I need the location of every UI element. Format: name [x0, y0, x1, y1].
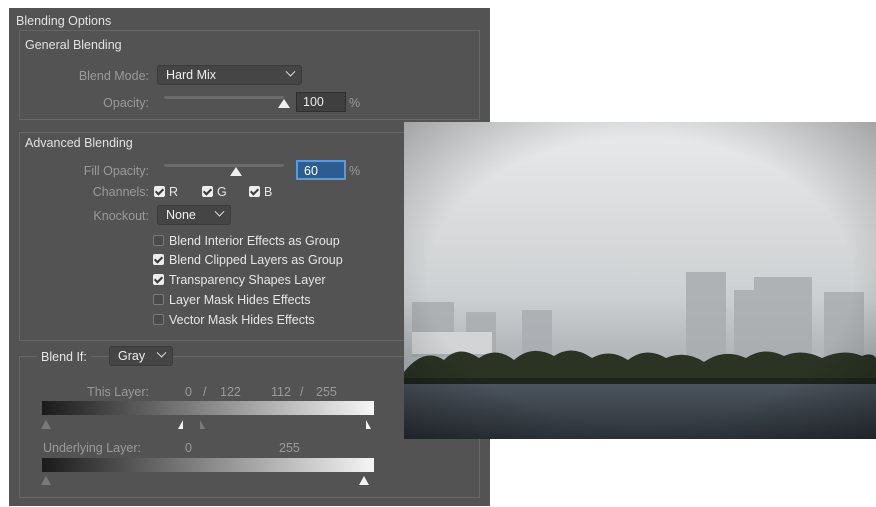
this-layer-label: This Layer:	[87, 385, 149, 399]
this-layer-black-right-half-handle[interactable]	[195, 420, 205, 429]
blend-interior-effects-checkbox[interactable]	[153, 235, 164, 246]
blend-if-value: Gray	[118, 349, 146, 363]
opacity-label: Opacity:	[103, 96, 149, 110]
channel-g-label: G	[217, 185, 227, 199]
fill-opacity-field[interactable]: 60	[296, 160, 346, 180]
channels-label: Channels:	[92, 185, 149, 199]
channel-r-checkbox[interactable]	[154, 186, 165, 197]
skyline-illustration	[404, 122, 876, 439]
handle-right-half	[46, 476, 51, 485]
advanced-blending-title: Advanced Blending	[25, 136, 137, 150]
handle-right-half	[364, 476, 369, 485]
handle-right-half	[46, 420, 51, 429]
this-layer-low-a: 0	[185, 385, 192, 399]
this-layer-white-handle[interactable]	[361, 420, 371, 429]
fill-opacity-slider-track[interactable]	[164, 164, 284, 167]
this-layer-slash-1: /	[203, 385, 207, 399]
channel-r-label: R	[169, 185, 179, 199]
handle-left-half	[41, 420, 46, 429]
this-layer-black-split-handle[interactable]	[41, 420, 51, 429]
blend-if-label: Blend If:	[37, 349, 91, 365]
blend-interior-effects-label: Blend Interior Effects as Group	[169, 234, 340, 248]
opacity-field[interactable]: 100	[296, 92, 346, 112]
underlying-layer-label: Underlying Layer:	[43, 441, 141, 455]
knockout-dropdown[interactable]: None	[157, 205, 231, 225]
general-blending-title: General Blending	[25, 38, 122, 52]
fill-opacity-percent-sign: %	[349, 164, 361, 178]
underlying-layer-gradient-bar[interactable]	[42, 458, 374, 472]
this-layer-high-a: 112	[271, 385, 291, 399]
handle-left-half	[359, 476, 364, 485]
this-layer-slash-2: /	[300, 385, 304, 399]
handle-left-half	[178, 420, 183, 429]
handle-right-half	[200, 420, 205, 429]
underlying-layer-high: 255	[279, 441, 300, 455]
fill-opacity-label: Fill Opacity:	[83, 164, 149, 178]
opacity-slider-thumb[interactable]	[278, 99, 290, 108]
opacity-percent-sign: %	[349, 96, 361, 110]
blend-mode-label: Blend Mode:	[78, 69, 149, 83]
knockout-label: Knockout:	[93, 209, 149, 223]
foggy-skyline-photo	[404, 122, 876, 439]
handle-right-half	[366, 420, 371, 429]
knockout-value: None	[166, 208, 196, 222]
channel-g-checkbox[interactable]	[202, 186, 213, 197]
chevron-down-icon	[156, 347, 167, 358]
blend-mode-value: Hard Mix	[166, 68, 217, 82]
layer-mask-hides-effects-checkbox[interactable]	[153, 294, 164, 305]
this-layer-low-b: 122	[220, 385, 241, 399]
opacity-slider-track[interactable]	[164, 96, 284, 99]
underlying-layer-black-handle[interactable]	[41, 476, 51, 485]
blend-clipped-layers-checkbox[interactable]	[153, 254, 164, 265]
handle-left-half	[41, 476, 46, 485]
underlying-layer-white-handle[interactable]	[359, 476, 369, 485]
chevron-down-icon	[285, 66, 296, 77]
blend-mode-dropdown[interactable]: Hard Mix	[157, 65, 302, 85]
this-layer-gradient-bar[interactable]	[42, 401, 374, 415]
chevron-down-icon	[214, 206, 225, 217]
vector-mask-hides-effects-label: Vector Mask Hides Effects	[169, 313, 315, 327]
vector-mask-hides-effects-checkbox[interactable]	[153, 314, 164, 325]
underlying-layer-low: 0	[185, 441, 192, 455]
fill-opacity-slider-thumb[interactable]	[230, 167, 242, 176]
layer-mask-hides-effects-label: Layer Mask Hides Effects	[169, 293, 311, 307]
transparency-shapes-checkbox[interactable]	[153, 274, 164, 285]
panel-title: Blending Options	[16, 14, 112, 28]
this-layer-black-left-half-handle[interactable]	[178, 420, 188, 429]
this-layer-high-b: 255	[316, 385, 337, 399]
channel-b-label: B	[264, 185, 273, 199]
transparency-shapes-label: Transparency Shapes Layer	[169, 273, 326, 287]
blend-clipped-layers-label: Blend Clipped Layers as Group	[169, 253, 343, 267]
blend-if-dropdown[interactable]: Gray	[109, 346, 173, 366]
channel-b-checkbox[interactable]	[249, 186, 260, 197]
